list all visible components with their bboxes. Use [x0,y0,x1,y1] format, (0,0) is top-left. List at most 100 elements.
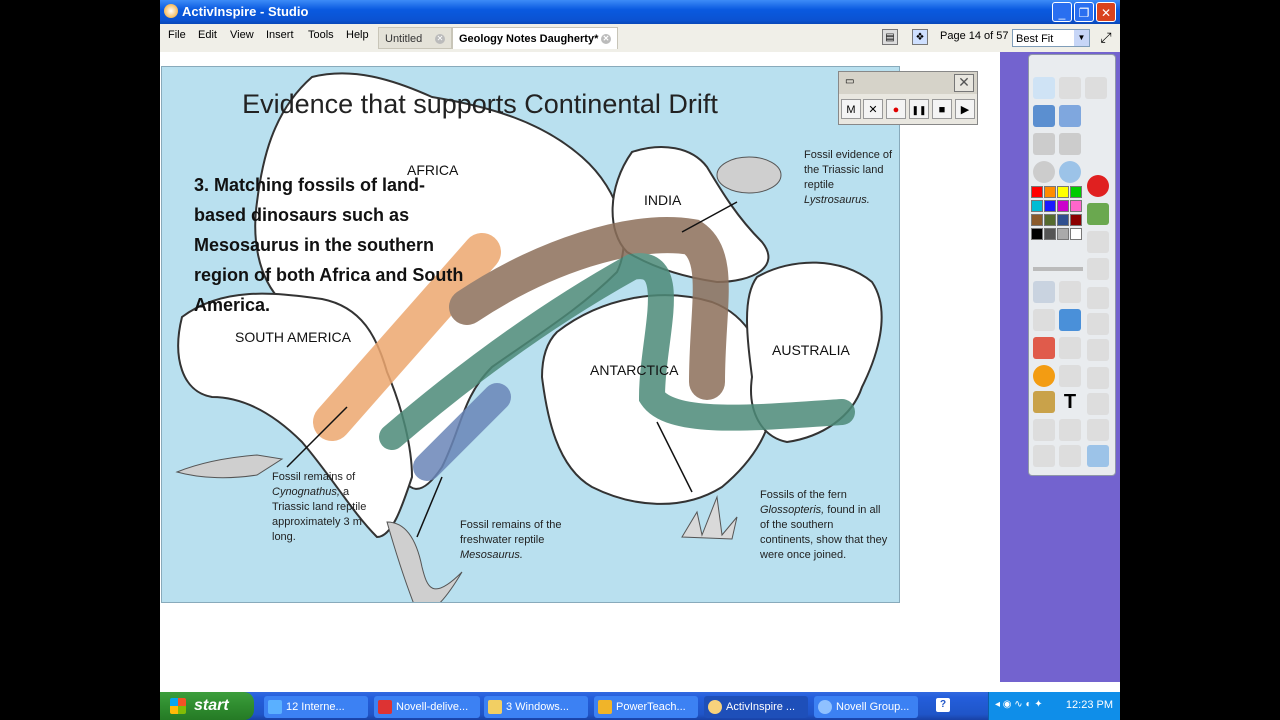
zoom-select[interactable]: Best Fit ▼ [1012,29,1090,47]
color-swatch-yellow[interactable] [1057,186,1069,198]
label-south-america: SOUTH AMERICA [235,329,351,345]
color-swatch-orange[interactable] [1044,186,1056,198]
color-swatch-maroon[interactable] [1070,214,1082,226]
magic-tool-icon[interactable] [1033,419,1055,441]
undo-icon[interactable] [1033,445,1055,467]
color-swatch-brown[interactable] [1031,214,1043,226]
taskbar-label: Novell Group... [836,701,910,713]
menu-help[interactable]: Help [346,29,369,41]
pen-mode-icon[interactable] [1085,77,1107,99]
taskbar-item-internet-explorer[interactable]: 12 Interne... [264,696,368,718]
shape-icon[interactable] [1033,365,1055,387]
redo-icon[interactable] [1059,445,1081,467]
caption-glossopteris: Fossils of the fern Glossopteris, found … [760,488,888,563]
species-name: Glossopteris, [760,504,825,516]
main-menu-icon[interactable] [1033,77,1055,99]
pen-width-slider[interactable] [1033,267,1083,271]
play-button[interactable]: ▶ [955,99,975,119]
page-browser-icon[interactable]: ❖ [912,29,928,45]
menu-view[interactable]: View [230,29,254,41]
next-page-icon[interactable] [1059,133,1081,155]
reset-icon[interactable] [1059,419,1081,441]
tab-geology-notes[interactable]: Geology Notes Daugherty* ✕ [452,27,618,49]
pause-button[interactable]: ❚❚ [909,99,929,119]
taskbar-item-powerteacher[interactable]: PowerTeach... [594,696,698,718]
tray-icons[interactable]: ◂ ◉ ∿ ◐ ✦ [995,699,1043,710]
color-swatch-dark-gray[interactable] [1044,228,1056,240]
select-icon[interactable] [1033,281,1055,303]
previous-page-icon[interactable] [1033,133,1055,155]
screen-shade-icon[interactable] [1087,393,1109,415]
taskbar-item-novell-delivery[interactable]: Novell-delive... [374,696,480,718]
insert-media-icon[interactable] [1087,287,1109,309]
color-swatch-gray[interactable] [1057,228,1069,240]
expand-icon[interactable] [1085,149,1107,171]
pen-icon[interactable] [1033,309,1055,331]
close-tab-icon[interactable]: ✕ [601,34,611,44]
annotate-icon[interactable] [1087,419,1109,441]
delete-icon[interactable] [1087,175,1109,197]
menu-tools[interactable]: Tools [308,29,334,41]
recorder-toolbar: ▭ ✕ M ✕ ● ❚❚ ■ ▶ [838,71,978,125]
color-swatch-blue[interactable] [1044,200,1056,212]
clear-icon[interactable] [1087,258,1109,280]
edit-icon[interactable] [1087,339,1109,361]
recorder-close-button[interactable]: ✕ [954,74,974,92]
color-swatch-navy[interactable] [1057,214,1069,226]
play-icon[interactable] [1033,161,1055,183]
color-swatch-white[interactable] [1070,228,1082,240]
page-reset-icon[interactable] [1087,231,1109,253]
page-sorter-icon[interactable]: ▤ [882,29,898,45]
recorder-icon: ▭ [845,76,855,87]
menu-insert[interactable]: Insert [266,29,294,41]
fill-icon[interactable] [1059,337,1081,359]
text-icon[interactable]: T [1059,391,1081,413]
taskbar-label: ActivInspire ... [726,701,796,713]
background-icon[interactable] [1087,203,1109,225]
handwriting-icon[interactable] [1033,105,1055,127]
taskbar-item-novell-groupwise[interactable]: Novell Group... [814,696,918,718]
minimize-button[interactable]: _ [1052,2,1072,22]
tab-untitled[interactable]: Untitled ✕ [378,27,452,49]
recorder-cancel-button[interactable]: ✕ [863,99,883,119]
browser-icon[interactable] [1059,161,1081,183]
taskbar-label: 12 Interne... [286,701,345,713]
color-swatch-olive[interactable] [1044,214,1056,226]
camera-icon[interactable] [1033,391,1055,413]
taskbar: start 12 Interne... Novell-delive... 3 W… [160,692,1120,720]
clipboard-icon[interactable] [1087,313,1109,335]
recorder-title-bar[interactable]: ▭ ✕ [839,72,977,94]
desktop-annotate-icon[interactable] [1087,445,1109,467]
start-button[interactable]: start [160,692,254,720]
caption-text: Fossils of the fern [760,489,847,501]
record-button[interactable]: ● [886,99,906,119]
close-button[interactable]: ✕ [1096,2,1116,22]
color-swatch-green[interactable] [1070,186,1082,198]
chevron-down-icon: ▼ [1074,30,1089,46]
caption-text: Fossil evidence of the Triassic land rep… [804,149,893,191]
color-swatch-pink[interactable] [1070,200,1082,212]
spotlight-icon[interactable] [1087,367,1109,389]
color-swatch-cyan[interactable] [1031,200,1043,212]
magic-ink-icon[interactable] [1059,105,1081,127]
color-swatch-red[interactable] [1031,186,1043,198]
taskbar-item-activinspire[interactable]: ActivInspire ... [704,696,808,718]
color-swatch-magenta[interactable] [1057,200,1069,212]
caption-text: Fossil remains of the freshwater reptile [460,519,562,546]
stop-button[interactable]: ■ [932,99,952,119]
eraser-icon[interactable] [1033,337,1055,359]
connector-icon[interactable] [1059,365,1081,387]
maximize-button[interactable]: ❐ [1074,2,1094,22]
fullscreen-icon[interactable]: ⤢ [1098,29,1114,45]
caption-cynognathus: Fossil remains of Cynognathus, a Triassi… [272,470,384,545]
dashboard-icon[interactable] [1059,77,1081,99]
close-tab-icon[interactable]: ✕ [435,34,445,44]
highlighter-icon[interactable] [1059,309,1081,331]
color-swatch-black[interactable] [1031,228,1043,240]
recorder-mute-button[interactable]: M [841,99,861,119]
taskbar-item-windows-explorer[interactable]: 3 Windows... [484,696,588,718]
menu-file[interactable]: File [168,29,186,41]
toolbox-tools-icon[interactable] [1059,281,1081,303]
menu-edit[interactable]: Edit [198,29,217,41]
help-icon[interactable]: ? [936,698,950,712]
